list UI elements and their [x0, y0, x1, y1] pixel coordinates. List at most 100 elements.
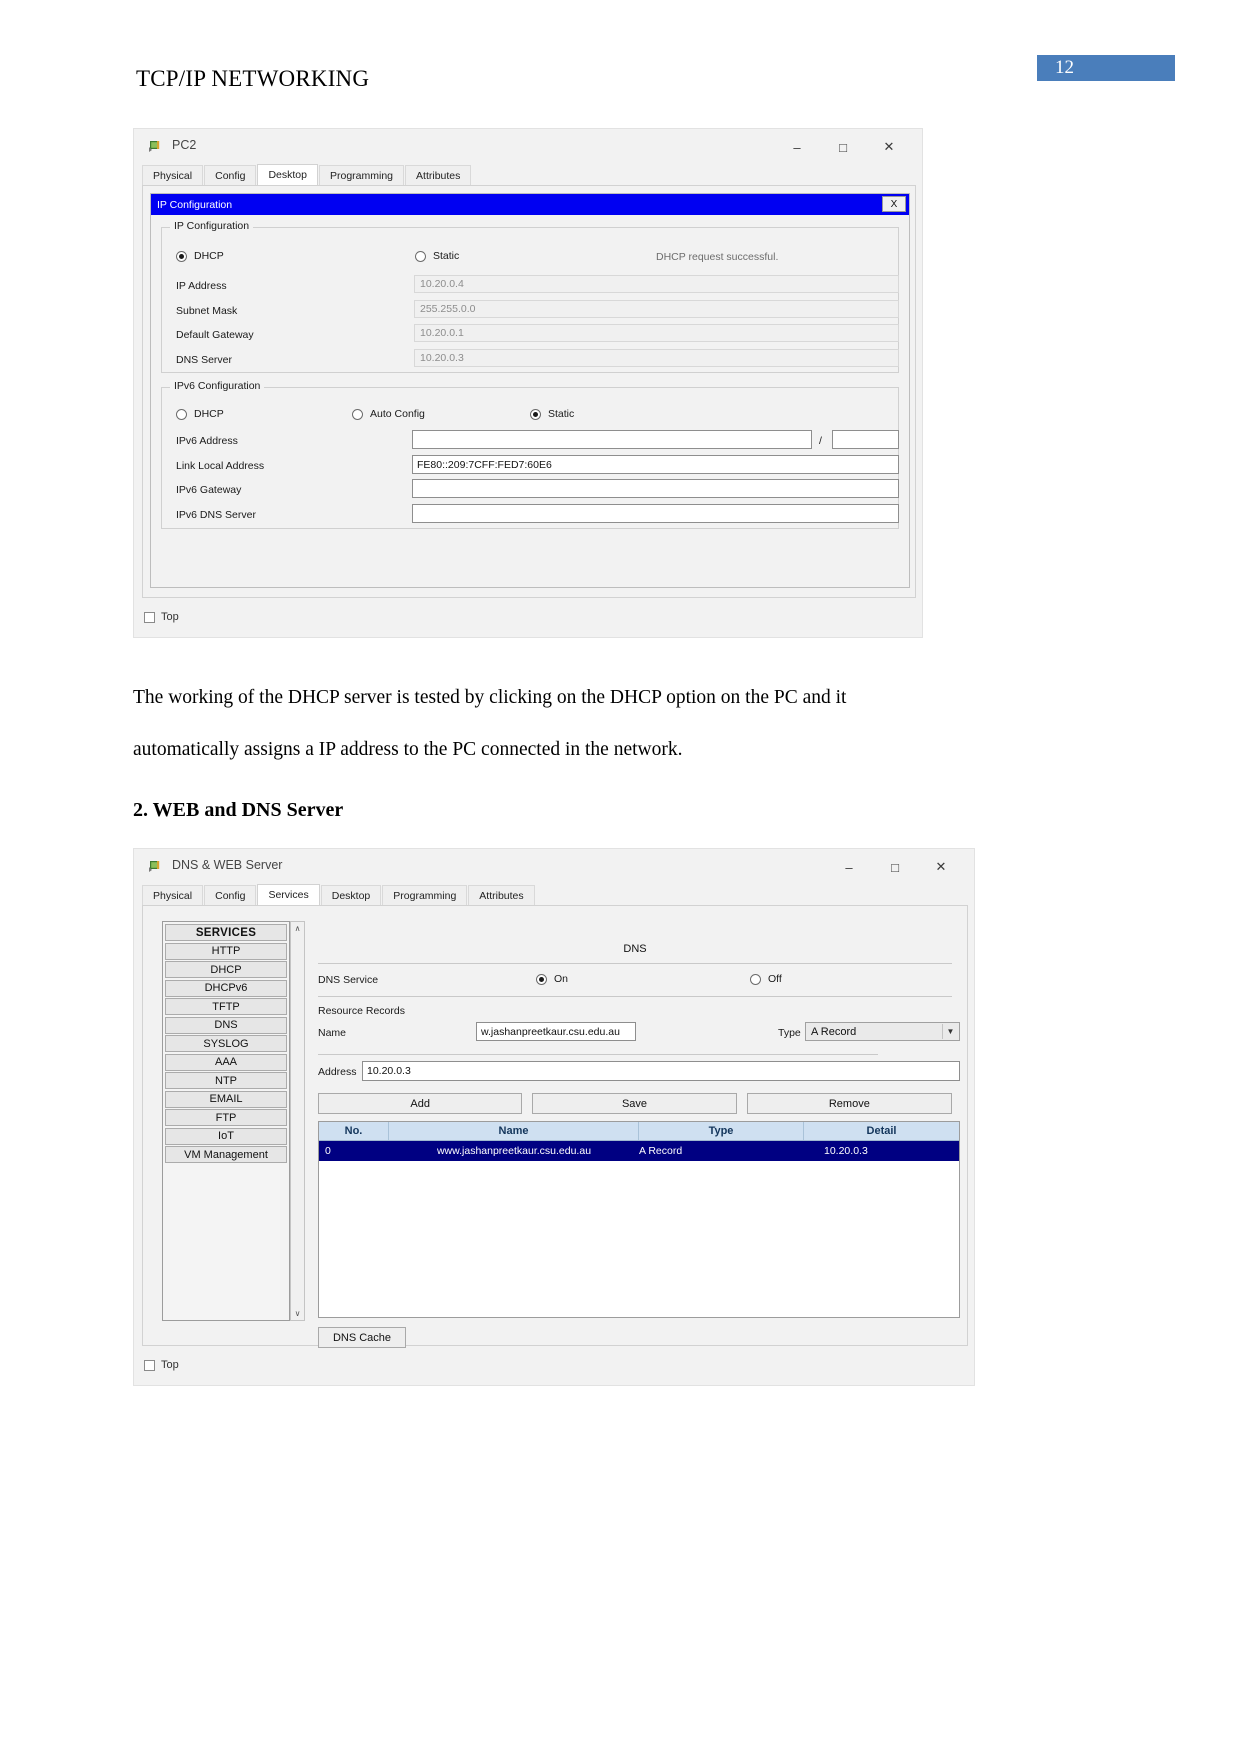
pc2-titlebar: PC2 – □ ✕	[134, 129, 922, 165]
tab-services[interactable]: Services	[257, 884, 320, 905]
minimize-icon[interactable]: –	[774, 135, 820, 159]
ipv6-config-group: IPv6 Configuration DHCP Auto Config Stat…	[161, 380, 899, 529]
section-heading-web-dns-server: 2. WEB and DNS Server	[133, 799, 344, 821]
subnet-mask-field[interactable]: 255.255.0.0	[414, 300, 899, 318]
dns-name-label: Name	[318, 1027, 347, 1039]
dns-cache-button[interactable]: DNS Cache	[318, 1327, 406, 1348]
dns-server-label: DNS Server	[176, 354, 233, 366]
tab-config[interactable]: Config	[204, 885, 257, 905]
dns-name-input[interactable]: w.jashanpreetkaur.csu.edu.au	[476, 1022, 636, 1041]
service-item-email[interactable]: EMAIL	[165, 1090, 287, 1108]
radio-ipv6-static-indicator[interactable]	[530, 408, 541, 420]
chevron-down-icon[interactable]: ▼	[942, 1024, 958, 1039]
page-title: TCP/IP NETWORKING	[136, 66, 370, 91]
close-icon[interactable]: ✕	[918, 855, 964, 879]
service-item-ntp[interactable]: NTP	[165, 1072, 287, 1089]
ip-configuration-titlebar: IP Configuration X	[151, 194, 909, 215]
ipv6-address-field[interactable]	[412, 430, 812, 449]
tab-programming[interactable]: Programming	[382, 885, 468, 905]
dns-configuration-pane: DNS DNS Service On Off Resource Records	[318, 921, 960, 1348]
service-item-dhcpv6[interactable]: DHCPv6	[165, 979, 287, 997]
tab-attributes[interactable]: Attributes	[468, 885, 535, 905]
server-footer: Top	[134, 1352, 974, 1378]
radio-static-indicator[interactable]	[415, 250, 426, 262]
default-gateway-field[interactable]: 10.20.0.1	[414, 324, 899, 342]
ip-address-label: IP Address	[176, 280, 227, 292]
ipv6-gateway-field[interactable]	[412, 479, 899, 498]
radio-static[interactable]: Static	[415, 250, 459, 262]
table-row[interactable]: 0 www.jashanpreetkaur.csu.edu.au A Recor…	[319, 1141, 959, 1161]
table-header-row: No. Name Type Detail	[319, 1122, 959, 1141]
service-item-ftp[interactable]: FTP	[165, 1109, 287, 1126]
radio-dns-off[interactable]: Off	[750, 973, 782, 985]
radio-ipv6-static[interactable]: Static	[530, 408, 574, 420]
pc2-tab-strip: Physical Config Desktop Programming Attr…	[142, 164, 916, 186]
dns-address-input[interactable]: 10.20.0.3	[362, 1061, 960, 1081]
link-local-address-label: Link Local Address	[176, 460, 265, 472]
dns-type-select[interactable]: A Record ▼	[805, 1022, 960, 1041]
tab-physical[interactable]: Physical	[142, 885, 204, 905]
subnet-mask-label: Subnet Mask	[176, 305, 238, 317]
radio-dns-off-indicator[interactable]	[750, 973, 761, 985]
ipv6-dns-server-field[interactable]	[412, 504, 899, 523]
default-gateway-label: Default Gateway	[176, 329, 254, 341]
resource-records-table: No. Name Type Detail 0 www.jashanpreetka…	[318, 1121, 960, 1318]
radio-ipv6-autoconfig[interactable]: Auto Config	[352, 408, 425, 420]
top-checkbox[interactable]	[144, 1359, 155, 1371]
dns-type-label: Type	[778, 1027, 801, 1039]
dns-server-field[interactable]: 10.20.0.3	[414, 349, 899, 367]
ip-address-field[interactable]: 10.20.0.4	[414, 275, 899, 293]
top-checkbox[interactable]	[144, 611, 155, 623]
radio-ipv6-autoconfig-indicator[interactable]	[352, 408, 363, 420]
service-item-dhcp[interactable]: DHCP	[165, 961, 287, 978]
radio-dns-on[interactable]: On	[536, 973, 568, 985]
tab-config[interactable]: Config	[204, 165, 257, 185]
scroll-up-icon[interactable]: ∧	[291, 922, 304, 935]
link-local-address-field[interactable]: FE80::209:7CFF:FED7:60E6	[412, 455, 899, 474]
dhcp-status-message: DHCP request successful.	[656, 251, 779, 263]
server-titlebar: DNS & WEB Server – □ ✕	[134, 849, 974, 885]
remove-button[interactable]: Remove	[746, 1093, 953, 1114]
server-tab-content: SERVICES HTTP DHCP DHCPv6 TFTP DNS SYSLO…	[142, 906, 968, 1348]
service-item-syslog[interactable]: SYSLOG	[165, 1035, 287, 1052]
server-window-title: DNS & WEB Server	[172, 858, 283, 872]
service-item-iot[interactable]: IoT	[165, 1127, 287, 1145]
tab-attributes[interactable]: Attributes	[405, 165, 472, 185]
maximize-icon[interactable]: □	[820, 135, 866, 159]
service-item-dns[interactable]: DNS	[165, 1016, 287, 1034]
tab-programming[interactable]: Programming	[319, 165, 405, 185]
service-item-aaa[interactable]: AAA	[165, 1053, 287, 1071]
radio-dhcp-indicator[interactable]	[176, 250, 187, 262]
radio-dns-on-label: On	[554, 973, 569, 985]
dns-pane-title: DNS	[623, 943, 647, 955]
applet-close-button[interactable]: X	[882, 196, 906, 212]
service-item-vm-management[interactable]: VM Management	[165, 1146, 287, 1163]
ipv6-config-group-label: IPv6 Configuration	[170, 380, 265, 392]
ipv6-address-label: IPv6 Address	[176, 435, 238, 447]
pc2-window-controls: – □ ✕	[774, 135, 912, 159]
radio-ipv6-dhcp-label: DHCP	[194, 408, 224, 420]
save-button[interactable]: Save	[532, 1093, 737, 1114]
close-icon[interactable]: ✕	[866, 135, 912, 159]
add-button[interactable]: Add	[318, 1093, 523, 1114]
packet-tracer-device-icon	[149, 861, 160, 872]
tab-desktop[interactable]: Desktop	[257, 164, 318, 185]
column-header-no: No.	[319, 1122, 389, 1140]
top-checkbox-label: Top	[161, 1359, 179, 1371]
radio-ipv6-dhcp[interactable]: DHCP	[176, 408, 224, 420]
service-item-http[interactable]: HTTP	[165, 942, 287, 960]
radio-ipv6-dhcp-indicator[interactable]	[176, 408, 187, 420]
tab-desktop[interactable]: Desktop	[320, 885, 382, 905]
services-list-scrollbar[interactable]: ∧ ∨	[290, 921, 305, 1321]
server-tab-strip: Physical Config Services Desktop Program…	[142, 884, 968, 906]
maximize-icon[interactable]: □	[872, 855, 918, 879]
resource-records-label: Resource Records	[318, 1005, 405, 1017]
service-item-tftp[interactable]: TFTP	[165, 998, 287, 1015]
tab-physical[interactable]: Physical	[142, 165, 204, 185]
ipv6-prefix-field[interactable]	[832, 430, 899, 449]
minimize-icon[interactable]: –	[826, 855, 872, 879]
radio-ipv6-static-label: Static	[548, 408, 575, 420]
scroll-down-icon[interactable]: ∨	[291, 1307, 304, 1320]
radio-dns-on-indicator[interactable]	[536, 973, 547, 985]
radio-dhcp[interactable]: DHCP	[176, 250, 224, 262]
